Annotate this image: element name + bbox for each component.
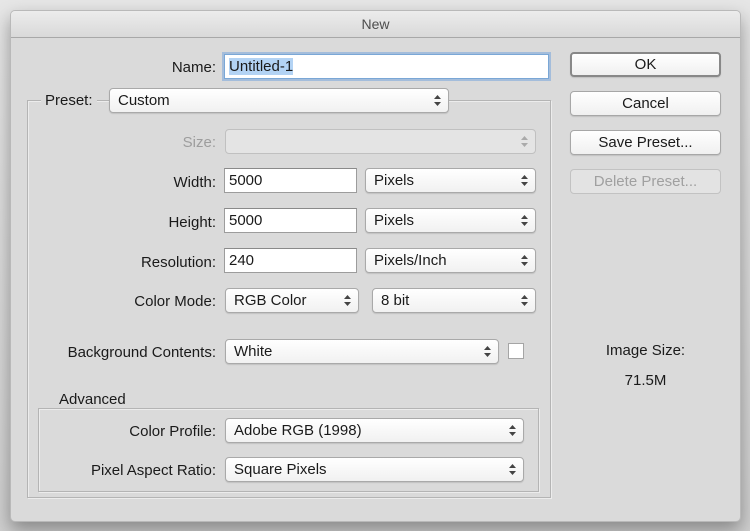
delete-preset-button: Delete Preset... <box>570 169 721 194</box>
background-color-swatch[interactable] <box>508 343 524 359</box>
preset-label: Preset: <box>45 92 93 109</box>
name-label: Name: <box>171 59 216 76</box>
background-contents-label: Background Contents: <box>67 344 216 361</box>
width-label: Width: <box>173 174 216 191</box>
height-input[interactable]: 5000 <box>224 208 357 233</box>
name-input[interactable]: Untitled-1 <box>224 54 549 79</box>
resolution-value: 240 <box>229 252 255 269</box>
up-down-chevrons-icon <box>521 255 528 266</box>
height-unit-select[interactable]: Pixels <box>365 208 536 233</box>
dialog-title: New <box>11 11 740 38</box>
ok-button[interactable]: OK <box>570 52 721 77</box>
save-preset-button[interactable]: Save Preset... <box>570 130 721 155</box>
advanced-legend: Advanced <box>55 391 130 408</box>
resolution-unit-select[interactable]: Pixels/Inch <box>365 248 536 273</box>
height-label: Height: <box>168 214 216 231</box>
image-size-value: 71.5M <box>624 372 667 389</box>
up-down-chevrons-icon <box>521 175 528 186</box>
color-profile-select[interactable]: Adobe RGB (1998) <box>225 418 524 443</box>
color-profile-label: Color Profile: <box>129 423 216 440</box>
name-input-value: Untitled-1 <box>229 58 294 75</box>
pixel-aspect-ratio-select[interactable]: Square Pixels <box>225 457 524 482</box>
height-unit-value: Pixels <box>374 212 415 229</box>
up-down-chevrons-icon <box>521 295 528 306</box>
new-document-dialog: New Name: Untitled-1 Preset: Custom Size… <box>10 10 741 522</box>
resolution-unit-value: Pixels/Inch <box>374 252 447 269</box>
preset-legend: Preset: <box>41 92 97 109</box>
size-label: Size: <box>182 134 216 151</box>
height-value: 5000 <box>229 212 263 229</box>
up-down-chevrons-icon <box>484 346 491 357</box>
width-input[interactable]: 5000 <box>224 168 357 193</box>
up-down-chevrons-icon <box>521 215 528 226</box>
up-down-chevrons-icon <box>344 295 351 306</box>
color-mode-select[interactable]: RGB Color <box>225 288 359 313</box>
bit-depth-value: 8 bit <box>381 292 410 309</box>
color-profile-value: Adobe RGB (1998) <box>234 422 362 439</box>
resolution-input[interactable]: 240 <box>224 248 357 273</box>
cancel-button[interactable]: Cancel <box>570 91 721 116</box>
color-mode-value: RGB Color <box>234 292 307 309</box>
width-unit-select[interactable]: Pixels <box>365 168 536 193</box>
bit-depth-select[interactable]: 8 bit <box>372 288 536 313</box>
width-unit-value: Pixels <box>374 172 415 189</box>
background-contents-select[interactable]: White <box>225 339 499 364</box>
preset-select[interactable]: Custom <box>109 88 449 113</box>
color-mode-label: Color Mode: <box>134 293 216 310</box>
up-down-chevrons-icon <box>509 425 516 436</box>
advanced-label: Advanced <box>59 391 126 408</box>
preset-value: Custom <box>118 92 170 109</box>
up-down-chevrons-icon <box>521 136 528 147</box>
resolution-label: Resolution: <box>140 254 216 271</box>
image-size-label: Image Size: <box>605 342 686 359</box>
pixel-aspect-ratio-label: Pixel Aspect Ratio: <box>90 462 216 479</box>
pixel-aspect-ratio-value: Square Pixels <box>234 461 327 478</box>
background-contents-value: White <box>234 343 273 360</box>
size-select <box>225 129 536 154</box>
up-down-chevrons-icon <box>434 95 441 106</box>
up-down-chevrons-icon <box>509 464 516 475</box>
width-value: 5000 <box>229 172 263 189</box>
